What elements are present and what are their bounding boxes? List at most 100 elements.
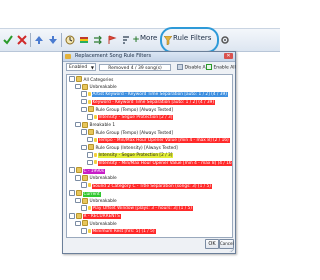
tree-row[interactable]: Unbreakable [75, 83, 118, 91]
tree-row-label: Keyword - Keyword Time Separation [auto:… [91, 100, 216, 106]
checkbox-icon[interactable] [75, 121, 81, 128]
tree-row-label: R - RECURRENTS [82, 214, 121, 220]
checkbox-icon[interactable] [81, 106, 87, 113]
folder-icon [75, 190, 82, 196]
toolbar-divider [30, 33, 31, 47]
checkbox-icon[interactable] [81, 129, 87, 135]
rule-tree[interactable]: All Categories Unbreakable Artist Keyword … [66, 74, 233, 238]
move-up-icon[interactable] [33, 33, 45, 47]
enable-all-button[interactable]: Enable All [206, 64, 236, 71]
tree-row-label: Artist Keyword - Keyword Time Separation… [91, 92, 228, 98]
checkbox-icon[interactable] [87, 136, 93, 143]
bolt-icon [93, 152, 97, 157]
rule-filters-highlight-ring [160, 27, 219, 53]
tree-row[interactable]: Keyword - Keyword Time Separation [auto:… [81, 98, 216, 106]
disable-all-button[interactable]: Disable All [177, 64, 208, 71]
checkbox-icon[interactable] [81, 98, 87, 105]
tree-row[interactable]: All Categories [69, 76, 114, 83]
shuffle-icon[interactable] [92, 33, 104, 47]
checkbox-icon[interactable] [69, 213, 75, 219]
resize-grip[interactable] [229, 247, 234, 252]
tree-row[interactable]: Play Offset Window [plays: 3 - hours: 3]… [81, 205, 193, 212]
tree-row[interactable]: Sound 2 Category C - Title Separation (s… [81, 182, 212, 189]
bolt-icon [87, 228, 91, 233]
tree-row-label: Unbreakable [89, 199, 117, 205]
tree-row-label: Rule Group (Tempo) [Always Tested] [95, 107, 174, 113]
folder-icon [81, 83, 88, 90]
tree-row[interactable]: C - 1990s [69, 167, 105, 174]
checkbox-empty-icon [177, 64, 183, 70]
filter-bar: Enabled ▼ Removed 4 / 39 song(s) Disable… [65, 63, 236, 72]
tree-row[interactable]: Unbreakable [75, 197, 118, 205]
check-icon[interactable] [2, 33, 14, 47]
filter-mode-select[interactable]: Enabled ▼ [66, 63, 96, 71]
checkbox-icon[interactable] [81, 228, 87, 234]
checkbox-icon[interactable] [75, 175, 81, 181]
enable-all-label: Enable All [213, 65, 236, 71]
more-button[interactable]: More [140, 34, 157, 42]
dialog-title: Replacement Song Rule Filters [75, 53, 152, 59]
bolt-icon [87, 183, 91, 188]
settings-icon[interactable] [219, 33, 231, 47]
folder-icon [75, 167, 82, 174]
checkbox-icon[interactable] [75, 197, 81, 204]
bolt-icon [87, 99, 91, 104]
tree-row-label: Intensity - Segue Protection [2 / 3] [97, 153, 174, 159]
bolt-icon [93, 114, 97, 119]
checkbox-icon[interactable] [81, 91, 87, 97]
tree-row[interactable]: Artist Keyword - Keyword Time Separation… [81, 91, 228, 98]
main-toolbar: + More Rule Filters [0, 28, 280, 52]
tree-row[interactable]: R - RECURRENTS [69, 212, 121, 220]
folder-icon [87, 129, 94, 136]
app-icon [65, 54, 71, 59]
tree-row[interactable]: Unbreakable [75, 220, 118, 227]
plus-icon[interactable]: + [132, 33, 140, 47]
chevron-down-icon: ▼ [90, 65, 94, 70]
checkbox-icon[interactable] [81, 182, 87, 188]
tree-row-label: Unbreakable [89, 221, 117, 227]
checkbox-icon[interactable] [69, 167, 75, 173]
tree-row[interactable]: Rule Group (Tempo) [Always Tested] [81, 106, 174, 113]
checkbox-icon[interactable] [81, 205, 87, 211]
tree-row[interactable]: Intensity - Min/Max Hour Opener Value [m… [87, 159, 232, 166]
tree-row[interactable]: Tempo - Min/Max Hour Opener Value [min 4… [87, 136, 230, 144]
sort-icon[interactable] [120, 33, 132, 47]
checkbox-icon[interactable] [75, 220, 81, 227]
flag-icon[interactable] [78, 33, 90, 47]
tree-row[interactable]: Current [69, 190, 101, 197]
checkbox-icon[interactable] [75, 83, 81, 90]
dialog-close-button[interactable]: ✕ [224, 53, 233, 59]
checkbox-icon[interactable] [69, 76, 75, 82]
tree-row[interactable]: Intensity - Segue Protection [2 / 3] [87, 152, 174, 159]
checkbox-icon[interactable] [87, 159, 93, 166]
checkbox-folder-icon [75, 76, 82, 82]
checkbox-icon[interactable] [87, 152, 93, 158]
filter-mode-value: Enabled [69, 65, 88, 70]
tree-row-label: Breakable 1 [89, 123, 116, 129]
ok-button[interactable]: OK [205, 239, 219, 249]
close-icon[interactable] [16, 33, 28, 47]
tree-row-label: Rule Group (Intensity) [Always Tested] [95, 145, 178, 151]
checkbox-icon[interactable] [87, 114, 93, 120]
tree-row[interactable]: Breakable 1 [75, 121, 116, 129]
checkbox-icon[interactable] [69, 190, 75, 196]
move-down-icon[interactable] [47, 33, 59, 47]
tree-row[interactable]: Intensity - Segue Protection [2 / 3] [87, 114, 174, 121]
bolt-icon [93, 160, 97, 165]
checkbox-icon[interactable] [81, 144, 87, 151]
folder-icon [81, 197, 88, 204]
toolbar-divider [61, 33, 62, 47]
tree-row[interactable]: Rule Group (Tempo) [Always Tested] [81, 129, 174, 136]
bolt-icon [87, 91, 91, 96]
clock-icon[interactable] [64, 33, 76, 47]
tree-row-label: Tempo - Min/Max Hour Opener Value [min 4… [97, 138, 230, 144]
removed-songs-status: Removed 4 / 39 song(s) [99, 64, 171, 71]
tree-row[interactable]: Minimum Rest [hrs: 5] (1 / 5) [81, 228, 156, 235]
tree-row-label: Unbreakable [89, 85, 117, 91]
flag-red-icon[interactable] [106, 33, 118, 47]
tree-row[interactable]: Unbreakable [75, 174, 118, 181]
folder-icon [75, 212, 82, 219]
tree-row[interactable]: Rule Group (Intensity) [Always Tested] [81, 144, 179, 151]
bolt-icon [87, 205, 91, 210]
dialog-titlebar[interactable]: Replacement Song Rule Filters ✕ [63, 52, 235, 62]
